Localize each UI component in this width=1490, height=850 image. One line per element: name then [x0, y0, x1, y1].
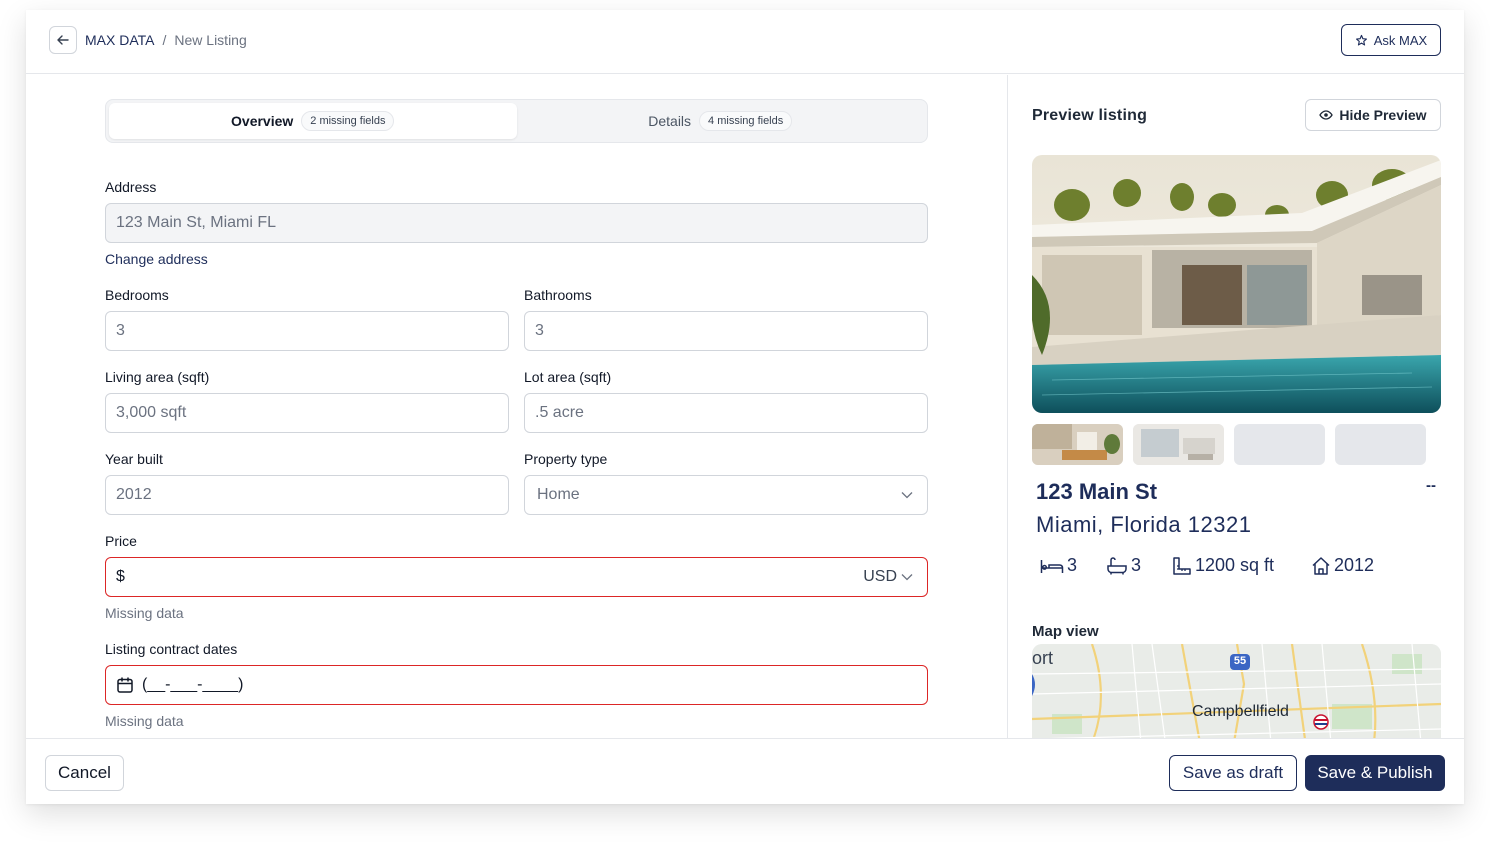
bedrooms-value: 3 — [116, 322, 125, 339]
sparkle-icon — [1355, 34, 1367, 46]
listing-price: -- — [1426, 477, 1436, 494]
save-draft-button[interactable]: Save as draft — [1169, 755, 1297, 791]
map-place-label: Campbellfield — [1192, 703, 1289, 720]
price-prefix: $ — [116, 568, 125, 585]
address-value: 123 Main St, Miami FL — [116, 214, 277, 231]
tab-overview-label: Overview — [231, 113, 294, 129]
stat-year: 2012 — [1311, 555, 1374, 576]
address-field[interactable]: 123 Main St, Miami FL — [105, 203, 928, 243]
tab-details[interactable]: Details 4 missing fields — [517, 103, 925, 139]
bed-icon — [1040, 559, 1064, 573]
bath-icon — [1107, 556, 1127, 574]
tab-details-badge: 4 missing fields — [699, 111, 793, 131]
back-button[interactable] — [49, 26, 77, 54]
eye-icon — [1319, 110, 1334, 120]
property-type-label: Property type — [524, 451, 608, 467]
breadcrumb-current: New Listing — [174, 32, 247, 48]
property-type-value: Home — [537, 486, 580, 503]
arrow-left-icon — [57, 35, 69, 45]
hide-preview-button[interactable]: Hide Preview — [1305, 99, 1441, 131]
stat-bathrooms-value: 3 — [1131, 555, 1142, 575]
app-window: MAX DATA / New Listing Ask MAX Overview … — [26, 10, 1464, 804]
dates-error-text: Missing data — [105, 713, 184, 729]
stat-bedrooms-value: 3 — [1067, 555, 1078, 575]
contract-dates-label: Listing contract dates — [105, 641, 238, 657]
lot-area-label: Lot area (sqft) — [524, 369, 612, 385]
living-area-value: 3,000 sqft — [116, 404, 187, 421]
bedrooms-label: Bedrooms — [105, 287, 169, 303]
footer-bar: Cancel Save as draft Save & Publish — [26, 738, 1464, 804]
gallery-thumbnail[interactable] — [1032, 424, 1123, 465]
form-tabs: Overview 2 missing fields Details 4 miss… — [105, 99, 928, 143]
change-address-link[interactable]: Change address — [105, 251, 208, 267]
currency-value: USD — [863, 568, 897, 585]
stat-area-value: 1200 sq ft — [1195, 555, 1275, 575]
top-bar: MAX DATA / New Listing Ask MAX — [26, 10, 1464, 74]
gallery-thumbnail[interactable] — [1133, 424, 1224, 465]
chevron-down-icon — [901, 574, 913, 581]
ruler-icon — [1173, 556, 1191, 575]
stat-area: 1200 sq ft — [1172, 555, 1274, 576]
contract-dates-value: (__-___-____) — [142, 676, 244, 693]
lot-area-value: .5 acre — [535, 404, 584, 421]
living-area-field[interactable]: 3,000 sqft — [105, 393, 509, 433]
preview-panel: Preview listing Hide Preview 123 Main St… — [1009, 75, 1464, 738]
bathrooms-value: 3 — [535, 322, 544, 339]
price-field[interactable]: $ USD — [105, 557, 928, 597]
currency-select[interactable]: USD — [863, 568, 913, 586]
lot-area-field[interactable]: .5 acre — [524, 393, 928, 433]
ask-max-button[interactable]: Ask MAX — [1341, 24, 1441, 56]
listing-hero-image[interactable] — [1032, 155, 1441, 413]
map-view-title: Map view — [1032, 623, 1099, 640]
map-view[interactable]: ort 55 Campbellfield — [1032, 644, 1441, 738]
year-built-label: Year built — [105, 451, 163, 467]
bedrooms-field[interactable]: 3 — [105, 311, 509, 351]
tab-details-label: Details — [648, 113, 692, 129]
chevron-down-icon — [901, 492, 913, 499]
home-icon — [1312, 556, 1330, 575]
ask-max-label: Ask MAX — [1373, 32, 1428, 48]
listing-form: Overview 2 missing fields Details 4 miss… — [26, 75, 1008, 738]
map-highway-shield: 55 — [1233, 655, 1247, 667]
gallery-thumbnail-empty[interactable] — [1335, 424, 1426, 465]
bathrooms-field[interactable]: 3 — [524, 311, 928, 351]
calendar-icon — [117, 677, 133, 693]
listing-title: 123 Main St — [1036, 479, 1158, 504]
tab-overview[interactable]: Overview 2 missing fields — [109, 103, 517, 139]
price-error-text: Missing data — [105, 605, 184, 621]
price-label: Price — [105, 533, 137, 549]
living-area-label: Living area (sqft) — [105, 369, 210, 385]
stat-bedrooms: 3 — [1040, 555, 1077, 576]
stat-bathrooms: 3 — [1106, 555, 1141, 576]
hide-preview-label: Hide Preview — [1339, 107, 1427, 123]
listing-location: Miami, Florida 12321 — [1036, 512, 1252, 537]
contract-dates-field[interactable]: (__-___-____) — [105, 665, 928, 705]
stat-year-value: 2012 — [1334, 555, 1375, 575]
year-built-field[interactable]: 2012 — [105, 475, 509, 515]
address-label: Address — [105, 179, 157, 195]
breadcrumb-separator: / — [162, 32, 167, 48]
breadcrumb-root[interactable]: MAX DATA — [85, 32, 155, 48]
gallery-thumbnail-empty[interactable] — [1234, 424, 1325, 465]
map-place-label-partial: ort — [1032, 648, 1054, 668]
cancel-button[interactable]: Cancel — [45, 755, 124, 791]
bathrooms-label: Bathrooms — [524, 287, 592, 303]
save-publish-button[interactable]: Save & Publish — [1305, 755, 1445, 791]
year-built-value: 2012 — [116, 486, 152, 503]
property-type-select[interactable]: Home — [524, 475, 928, 515]
tab-overview-badge: 2 missing fields — [301, 111, 395, 131]
breadcrumb: MAX DATA / New Listing — [85, 32, 247, 48]
preview-title: Preview listing — [1032, 107, 1148, 124]
